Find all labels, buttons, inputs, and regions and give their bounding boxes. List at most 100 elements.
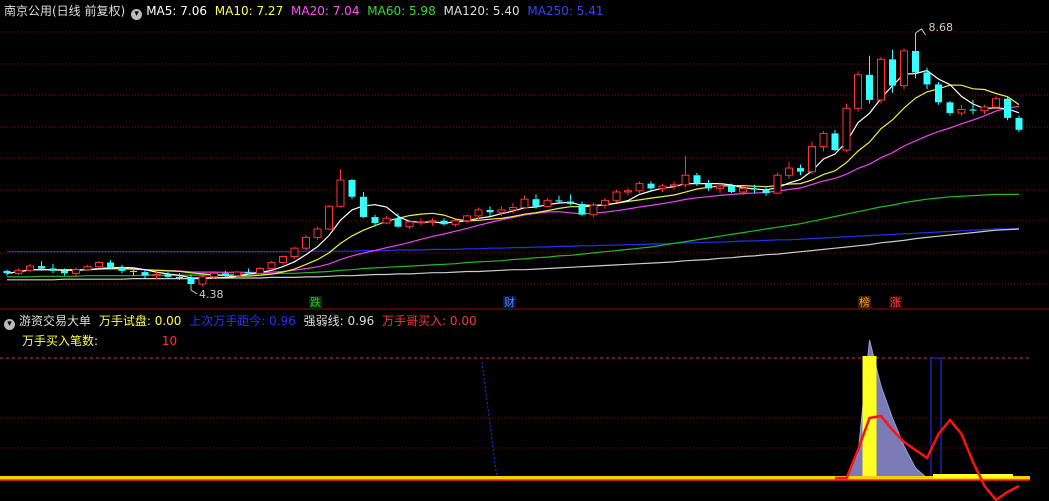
candle-body bbox=[728, 186, 735, 192]
candle-body bbox=[877, 58, 885, 101]
test-trade-label: 万手试盘: 0.00 bbox=[98, 314, 182, 328]
candle-body bbox=[567, 201, 574, 204]
candle-body bbox=[624, 190, 632, 193]
candle-body bbox=[440, 220, 448, 225]
candle-body bbox=[130, 270, 137, 273]
candle-body bbox=[762, 189, 770, 194]
buy-signal-label: 万手哥买入: 0.00 bbox=[382, 314, 477, 328]
candle-body bbox=[1004, 98, 1011, 118]
candle-body bbox=[889, 59, 896, 86]
candle-body bbox=[279, 256, 287, 264]
candle-body bbox=[302, 236, 310, 249]
low-price-label: 4.38 bbox=[199, 288, 224, 301]
ma250-label: MA250: 5.41 bbox=[527, 4, 604, 18]
main-chart-header: 南京公用(日线 前复权) ▾ MA5: 7.06 MA10: 7.27 MA20: … bbox=[4, 3, 607, 20]
event-marker-finance[interactable]: 财 bbox=[503, 296, 516, 309]
high-pointer bbox=[915, 28, 926, 36]
candle-body bbox=[405, 221, 414, 228]
ma250-line bbox=[7, 227, 1020, 253]
candle-body bbox=[589, 204, 598, 216]
candle-body bbox=[394, 218, 402, 227]
candle-body bbox=[543, 199, 552, 207]
candle-body bbox=[382, 217, 391, 224]
ma120-label: MA120: 5.40 bbox=[443, 4, 520, 18]
candle-body bbox=[463, 215, 471, 222]
candle-body bbox=[152, 273, 161, 277]
candle-body bbox=[716, 185, 724, 189]
candle-body bbox=[854, 74, 862, 109]
candle-body bbox=[417, 221, 425, 224]
candle-body bbox=[969, 109, 977, 111]
candle-body bbox=[61, 270, 68, 274]
candle-body bbox=[1015, 117, 1023, 130]
candle-body bbox=[923, 72, 931, 85]
ma60-label: MA60: 5.98 bbox=[367, 4, 436, 18]
candle-body bbox=[187, 278, 195, 285]
buy-count-label: 万手买入笔数: bbox=[22, 334, 99, 348]
candle-body bbox=[681, 174, 690, 186]
ma5-label: MA5: 7.06 bbox=[146, 4, 207, 18]
candle-body bbox=[785, 167, 793, 176]
indicator-settings-icon[interactable]: ▾ bbox=[4, 319, 15, 330]
candle-body bbox=[866, 74, 873, 100]
candle-body bbox=[658, 185, 667, 189]
candle-body bbox=[555, 200, 563, 202]
candle-body bbox=[486, 209, 494, 213]
candle-body bbox=[49, 268, 57, 271]
candle-body bbox=[428, 220, 437, 223]
buy-count-value: 10 bbox=[161, 334, 178, 348]
candle-body bbox=[141, 272, 149, 276]
ma20-label: MA20: 7.04 bbox=[291, 4, 360, 18]
candle-body bbox=[38, 266, 45, 269]
candle-body bbox=[3, 270, 11, 274]
candle-body bbox=[107, 262, 114, 268]
indicator-title[interactable]: 游资交易大单 bbox=[19, 314, 91, 328]
candle-body bbox=[797, 168, 804, 172]
candle-body bbox=[83, 266, 92, 271]
candle-body bbox=[946, 102, 954, 114]
strength-line-label: 强弱线: 0.96 bbox=[303, 314, 375, 328]
candle-body bbox=[474, 209, 483, 217]
candle-body bbox=[751, 188, 758, 190]
stock-chart[interactable]: 8.68 4.38 bbox=[0, 0, 1049, 501]
candle-body bbox=[635, 183, 644, 192]
event-marker-fall[interactable]: 跌 bbox=[309, 296, 322, 309]
settings-dropdown-icon[interactable]: ▾ bbox=[131, 9, 143, 20]
candle-body bbox=[497, 209, 506, 213]
candle-body bbox=[670, 184, 678, 187]
stock-title[interactable]: 南京公用(日线 前复权) bbox=[4, 4, 125, 18]
volume-area bbox=[845, 339, 929, 479]
candle-body bbox=[739, 187, 747, 193]
candle-body bbox=[773, 174, 782, 194]
candle-body bbox=[647, 183, 655, 189]
candle-body bbox=[176, 276, 183, 279]
signal-strip bbox=[933, 474, 1013, 478]
candle-body bbox=[245, 272, 252, 274]
candle-body bbox=[210, 272, 218, 278]
candle-body bbox=[233, 271, 241, 277]
event-marker-rise[interactable]: 涨 bbox=[889, 296, 902, 309]
candle-body bbox=[912, 50, 919, 73]
candle-body bbox=[612, 191, 621, 201]
candle-body bbox=[900, 50, 908, 87]
candle-body bbox=[118, 267, 126, 271]
ma5-line bbox=[6, 69, 1020, 279]
candle-body bbox=[222, 273, 229, 276]
candle-body bbox=[164, 274, 172, 277]
candle-body bbox=[819, 132, 828, 148]
candle-body bbox=[532, 199, 540, 207]
candle-body bbox=[348, 180, 356, 197]
candle-body bbox=[842, 107, 851, 151]
candle-body bbox=[313, 228, 322, 238]
ma10-label: MA10: 7.27 bbox=[214, 4, 284, 18]
candle-body bbox=[520, 198, 529, 209]
candle-body bbox=[980, 106, 989, 112]
last-signal-line bbox=[481, 361, 498, 479]
last-signal-label: 上次万手距今: 0.96 bbox=[189, 314, 296, 328]
candle-body bbox=[578, 203, 586, 215]
candle-body bbox=[267, 262, 276, 269]
candle-body bbox=[451, 220, 460, 225]
candle-body bbox=[95, 262, 103, 268]
event-marker-list[interactable]: 榜 bbox=[858, 296, 871, 309]
candle-body bbox=[72, 269, 80, 274]
